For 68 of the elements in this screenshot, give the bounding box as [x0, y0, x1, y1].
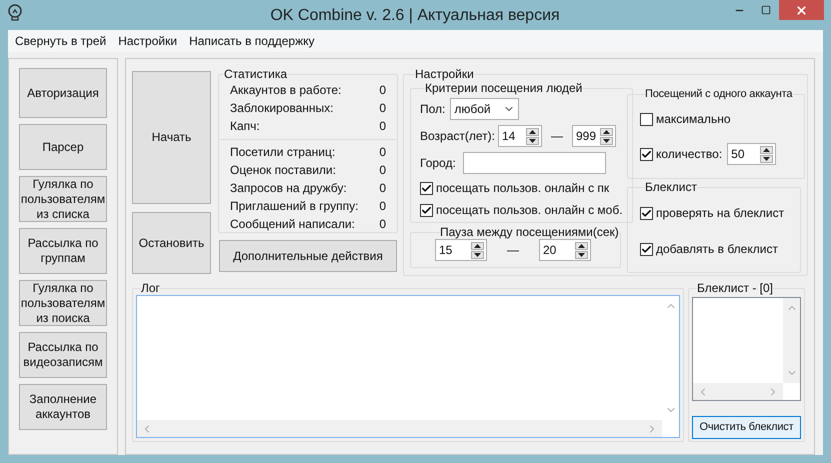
group-title: Блеклист	[645, 180, 698, 194]
window-title: OK Combine v. 2.6 | Актуальная версия	[269, 6, 561, 26]
checkbox[interactable]	[640, 242, 653, 256]
close-icon	[795, 4, 808, 16]
stop-button[interactable]: Остановить	[132, 212, 211, 274]
blacklist-listbox[interactable]	[692, 297, 801, 401]
stat-label: Аккаунтов в работе:	[230, 82, 342, 99]
group-title: Посещений с одного аккаунта	[645, 87, 792, 101]
group-title: Блеклист - [0]	[697, 281, 774, 295]
check-icon	[421, 182, 432, 194]
maximize-icon	[760, 5, 770, 15]
clear-blacklist-button[interactable]: Очистить блеклист	[692, 416, 801, 439]
checkbox-label[interactable]: добавлять в блеклист	[656, 240, 778, 258]
checkbox[interactable]	[640, 112, 653, 126]
stat-label: Заблокированных:	[230, 100, 334, 117]
field-label: Город:	[420, 155, 456, 172]
group-title: Лог	[141, 281, 160, 295]
lightbulb-icon	[7, 4, 23, 22]
check-icon	[421, 204, 432, 216]
more-actions-button[interactable]: Дополнительные действия	[219, 240, 397, 272]
stat-label: Сообщений написали:	[230, 216, 355, 233]
sidebar-button[interactable]: Авторизация	[19, 68, 107, 118]
stat-label: Запросов на дружбу:	[230, 180, 347, 197]
checkbox[interactable]	[420, 204, 433, 216]
group-title: Статистика	[224, 67, 288, 81]
city-field[interactable]	[462, 152, 606, 174]
checkbox-label[interactable]: посещать пользов. онлайн с пк	[436, 179, 610, 197]
check-icon	[641, 148, 652, 160]
check-icon	[641, 244, 652, 254]
stat-value: 0	[379, 100, 386, 117]
stat-value: 0	[379, 198, 386, 215]
sidebar-button[interactable]: Заполнение аккаунтов	[19, 384, 107, 430]
check-icon	[641, 208, 652, 218]
menu-item[interactable]: Настройки	[118, 32, 178, 50]
stat-value: 0	[379, 82, 386, 99]
stat-value: 0	[379, 180, 386, 197]
checkbox-label[interactable]: посещать пользов. онлайн с моб.	[436, 201, 623, 219]
menu-item[interactable]: Свернуть в трей	[15, 32, 106, 50]
range-dash: —	[507, 242, 519, 259]
checkbox[interactable]	[420, 182, 433, 194]
stat-value: 0	[379, 162, 386, 179]
sidebar-button[interactable]: Гулялка по пользователям из поиска	[19, 280, 107, 326]
stat-label: Капч:	[230, 118, 260, 135]
stat-label: Оценок поставили:	[230, 162, 336, 179]
close-button[interactable]	[779, 0, 824, 20]
group-title: Критерии посещения людей	[425, 81, 582, 95]
stat-label: Посетили страниц:	[230, 144, 336, 161]
gender-dropdown[interactable]: любой	[450, 98, 520, 120]
sidebar-button[interactable]: Гулялка по пользователям из списка	[19, 176, 107, 222]
checkbox-label[interactable]: максимально	[656, 110, 730, 128]
range-dash: —	[551, 128, 563, 145]
checkbox[interactable]	[640, 148, 653, 160]
sidebar-button[interactable]: Рассылка по видеозаписям	[19, 332, 107, 378]
field-label: Пол:	[420, 101, 446, 118]
checkbox-label[interactable]: количество:	[656, 145, 722, 163]
menu-item[interactable]: Написать в поддержку	[189, 32, 314, 50]
sidebar-button[interactable]: Парсер	[19, 124, 107, 170]
field-label: Возраст(лет):	[420, 128, 495, 145]
start-button[interactable]: Начать	[132, 71, 211, 204]
stat-value: 0	[379, 144, 386, 161]
group-title: Настройки	[415, 67, 474, 81]
group-title: Пауза между посещениями(сек)	[440, 225, 619, 239]
stat-value: 0	[379, 118, 386, 135]
checkbox[interactable]	[640, 206, 653, 220]
checkbox-label[interactable]: проверять на блеклист	[656, 204, 784, 222]
stat-label: Приглашений в группу:	[230, 198, 358, 215]
stat-value: 0	[379, 216, 386, 233]
sidebar-button[interactable]: Рассылка по группам	[19, 228, 107, 274]
